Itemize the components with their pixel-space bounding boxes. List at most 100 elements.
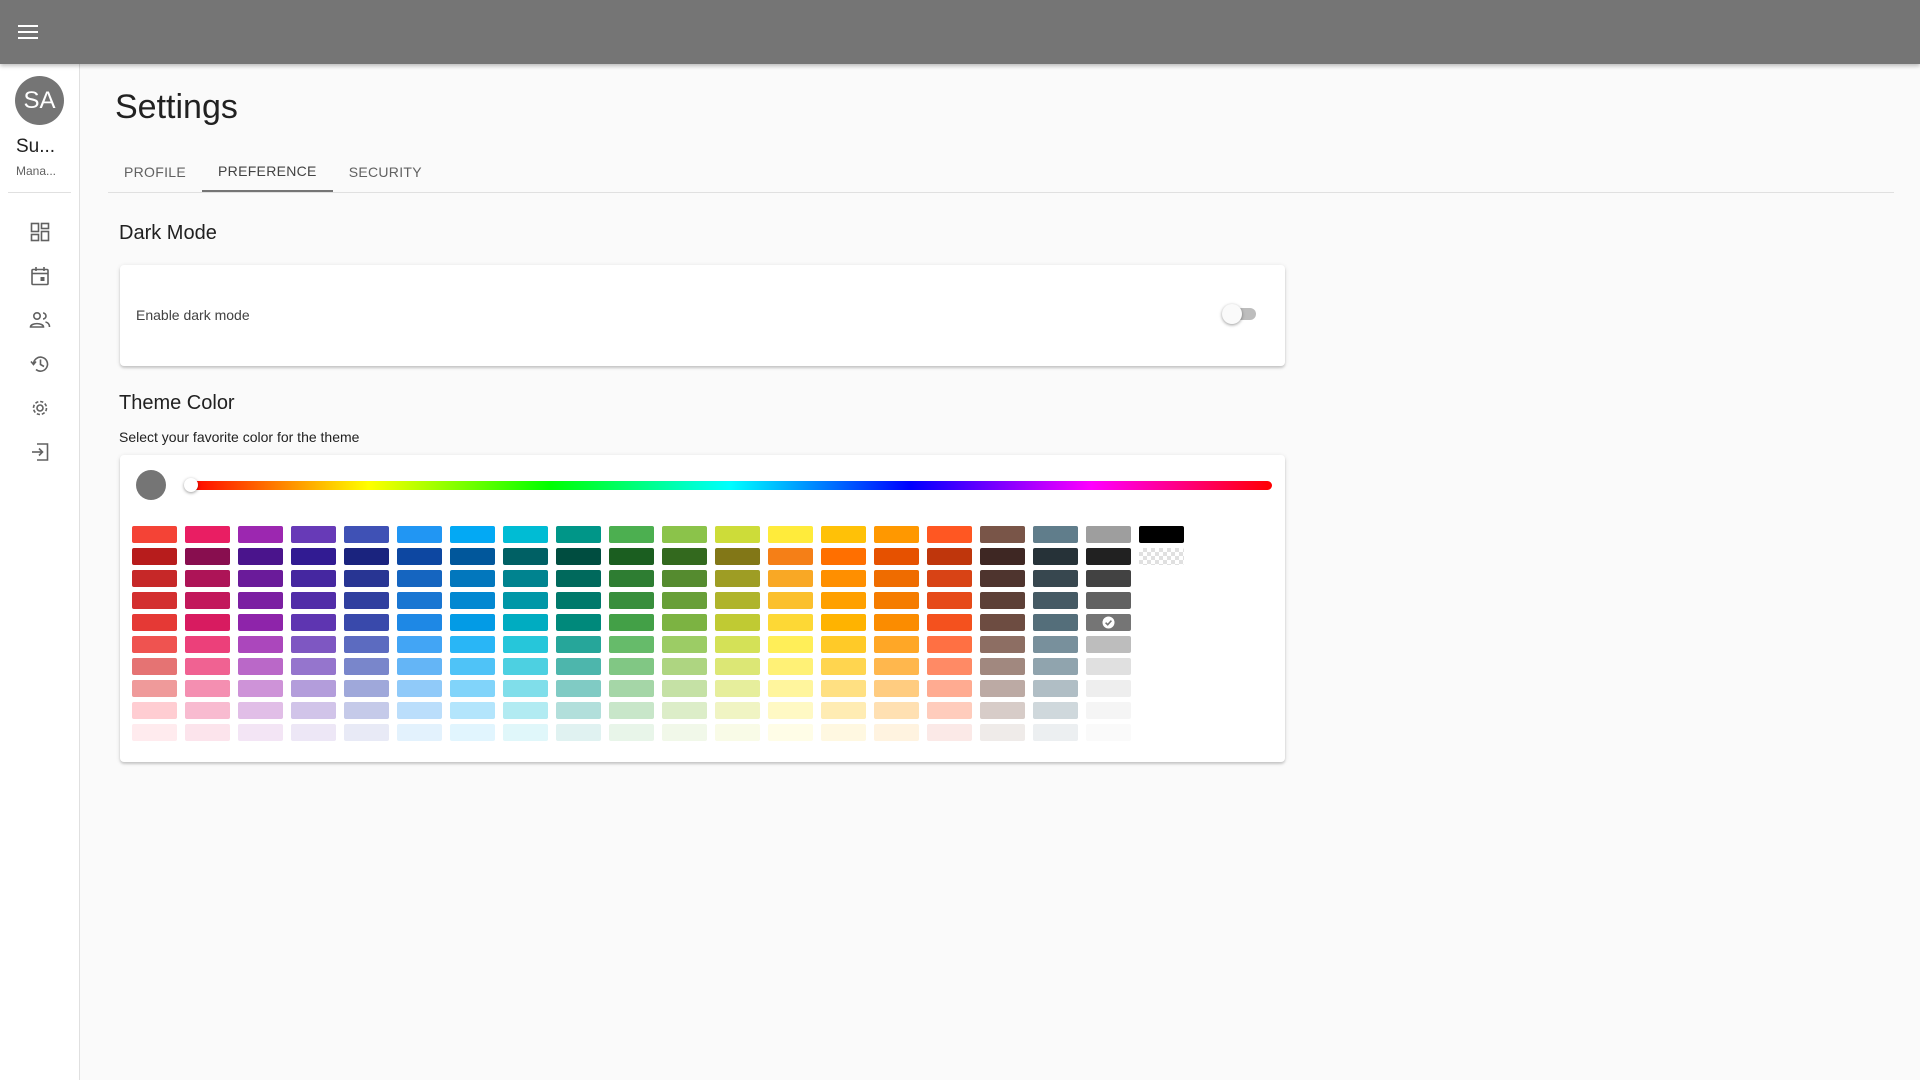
color-swatch[interactable] (556, 724, 601, 741)
tab-preference[interactable]: PREFERENCE (202, 152, 333, 192)
color-swatch[interactable] (609, 614, 654, 631)
nav-item-settings[interactable] (24, 392, 56, 424)
color-swatch[interactable] (980, 658, 1025, 675)
color-swatch[interactable] (291, 592, 336, 609)
color-swatch[interactable] (874, 526, 919, 543)
color-swatch[interactable] (609, 548, 654, 565)
color-swatch[interactable] (556, 614, 601, 631)
color-swatch[interactable] (503, 614, 548, 631)
color-swatch[interactable] (1086, 614, 1131, 631)
color-swatch[interactable] (821, 680, 866, 697)
color-swatch[interactable] (291, 680, 336, 697)
color-swatch[interactable] (980, 526, 1025, 543)
color-swatch[interactable] (715, 680, 760, 697)
color-swatch[interactable] (768, 570, 813, 587)
color-swatch[interactable] (238, 702, 283, 719)
color-swatch[interactable] (1033, 614, 1078, 631)
color-swatch[interactable] (715, 614, 760, 631)
color-swatch[interactable] (132, 680, 177, 697)
color-swatch[interactable] (1086, 702, 1131, 719)
color-swatch[interactable] (185, 548, 230, 565)
color-swatch[interactable] (1033, 724, 1078, 741)
color-swatch[interactable] (450, 680, 495, 697)
color-swatch[interactable] (609, 702, 654, 719)
color-swatch[interactable] (397, 592, 442, 609)
swatch-transparent[interactable] (1139, 548, 1184, 565)
color-swatch[interactable] (556, 526, 601, 543)
color-swatch[interactable] (503, 592, 548, 609)
color-swatch[interactable] (238, 592, 283, 609)
color-swatch[interactable] (291, 614, 336, 631)
color-swatch[interactable] (1086, 680, 1131, 697)
color-swatch[interactable] (715, 658, 760, 675)
color-swatch[interactable] (397, 680, 442, 697)
color-swatch[interactable] (1033, 548, 1078, 565)
color-swatch[interactable] (715, 724, 760, 741)
color-swatch[interactable] (609, 658, 654, 675)
color-swatch[interactable] (662, 680, 707, 697)
nav-item-calendar[interactable] (24, 260, 56, 292)
color-swatch[interactable] (1033, 636, 1078, 653)
avatar[interactable]: SA (15, 76, 64, 125)
color-swatch[interactable] (715, 702, 760, 719)
color-swatch[interactable] (132, 548, 177, 565)
color-swatch[interactable] (291, 570, 336, 587)
color-swatch[interactable] (927, 570, 972, 587)
color-swatch[interactable] (662, 526, 707, 543)
color-swatch[interactable] (503, 658, 548, 675)
color-swatch[interactable] (927, 658, 972, 675)
color-swatch[interactable] (185, 658, 230, 675)
color-swatch[interactable] (1086, 570, 1131, 587)
color-swatch[interactable] (768, 592, 813, 609)
color-swatch[interactable] (503, 702, 548, 719)
color-swatch[interactable] (556, 658, 601, 675)
color-swatch[interactable] (1086, 592, 1131, 609)
color-swatch[interactable] (450, 526, 495, 543)
color-swatch[interactable] (556, 548, 601, 565)
color-swatch[interactable] (238, 526, 283, 543)
color-swatch[interactable] (503, 724, 548, 741)
color-swatch[interactable] (291, 636, 336, 653)
color-swatch[interactable] (291, 548, 336, 565)
nav-item-history[interactable] (24, 348, 56, 380)
color-swatch[interactable] (768, 724, 813, 741)
color-swatch[interactable] (821, 724, 866, 741)
color-swatch[interactable] (1033, 658, 1078, 675)
hue-slider-thumb[interactable] (184, 478, 198, 492)
color-swatch[interactable] (397, 614, 442, 631)
color-swatch[interactable] (768, 702, 813, 719)
color-swatch[interactable] (397, 702, 442, 719)
color-swatch[interactable] (821, 526, 866, 543)
color-swatch[interactable] (556, 680, 601, 697)
color-swatch[interactable] (344, 526, 389, 543)
color-swatch[interactable] (238, 680, 283, 697)
color-swatch[interactable] (238, 636, 283, 653)
color-swatch[interactable] (291, 702, 336, 719)
color-swatch[interactable] (609, 680, 654, 697)
color-swatch[interactable] (344, 614, 389, 631)
nav-item-people[interactable] (24, 304, 56, 336)
color-swatch[interactable] (450, 548, 495, 565)
color-swatch[interactable] (503, 636, 548, 653)
color-swatch[interactable] (662, 636, 707, 653)
color-swatch[interactable] (768, 680, 813, 697)
hue-slider[interactable] (184, 478, 1272, 492)
color-swatch[interactable] (715, 548, 760, 565)
color-swatch[interactable] (238, 548, 283, 565)
color-swatch[interactable] (768, 636, 813, 653)
color-swatch[interactable] (980, 636, 1025, 653)
color-swatch[interactable] (662, 548, 707, 565)
color-swatch[interactable] (1033, 570, 1078, 587)
color-swatch[interactable] (397, 636, 442, 653)
color-swatch[interactable] (768, 548, 813, 565)
color-swatch[interactable] (609, 592, 654, 609)
color-swatch[interactable] (662, 592, 707, 609)
color-swatch[interactable] (1033, 680, 1078, 697)
tab-profile[interactable]: PROFILE (108, 152, 202, 192)
color-swatch[interactable] (344, 636, 389, 653)
color-swatch[interactable] (874, 570, 919, 587)
color-swatch[interactable] (821, 658, 866, 675)
color-swatch[interactable] (556, 592, 601, 609)
color-swatch[interactable] (450, 702, 495, 719)
color-swatch[interactable] (344, 724, 389, 741)
